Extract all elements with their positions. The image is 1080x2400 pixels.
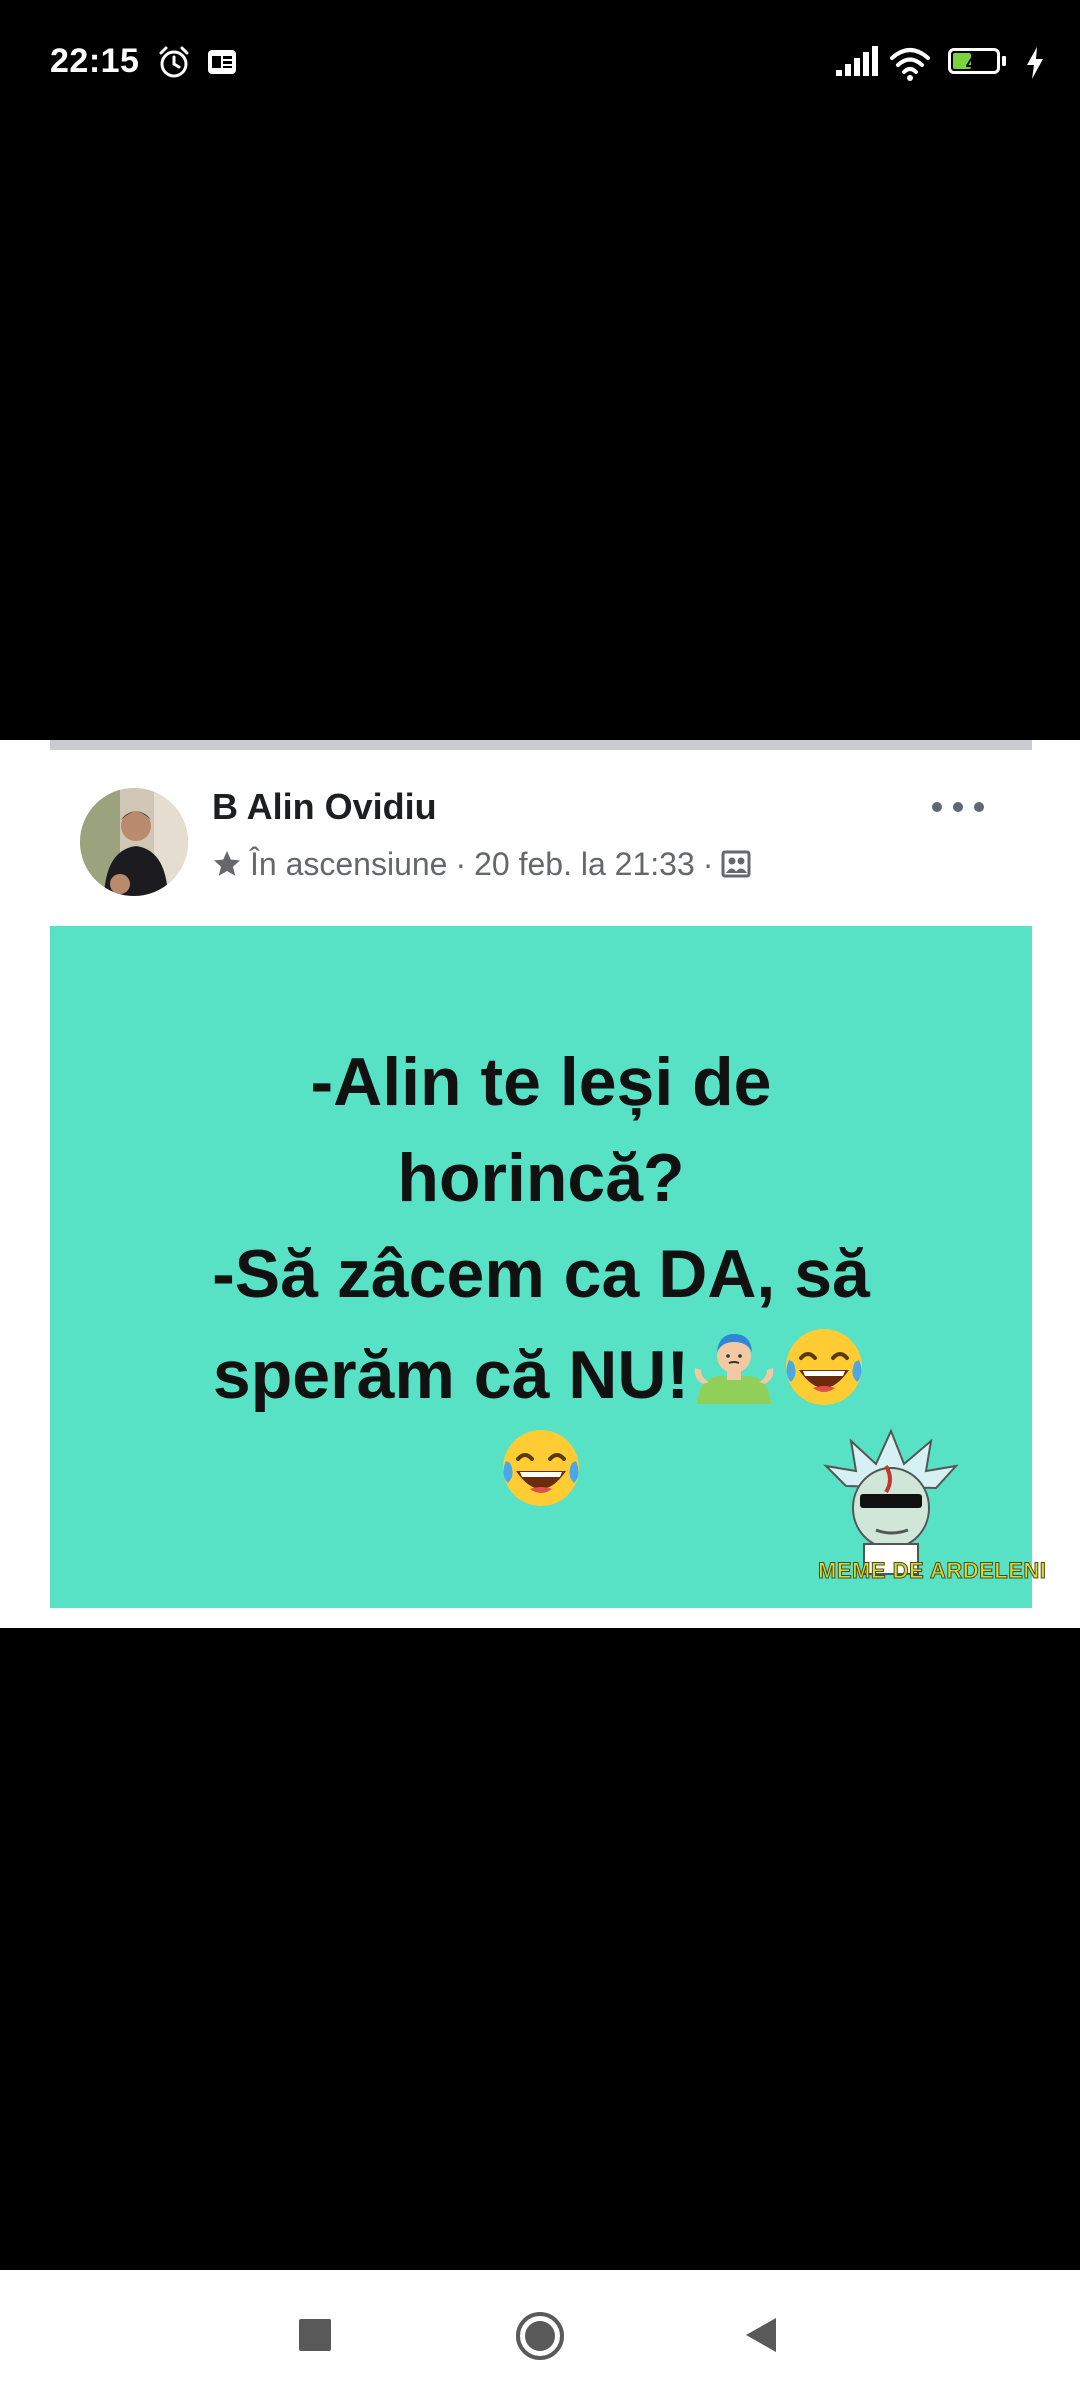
laughing-emoji-icon: [786, 1329, 863, 1405]
more-options-icon[interactable]: [932, 792, 984, 822]
meme-line-3: -Să zâcem ca DA, să: [212, 1236, 870, 1312]
status-bar: 22:15 43: [0, 0, 1080, 130]
signal-icon: [836, 46, 878, 76]
back-icon[interactable]: [744, 2316, 778, 2354]
star-icon: [214, 851, 240, 876]
wifi-icon: [890, 48, 930, 81]
meme-line-1: -Alin te leși de: [310, 1044, 772, 1120]
laughing-emoji-icon: [503, 1430, 579, 1506]
navigation-bar: [0, 2270, 1080, 2400]
card-divider: [50, 740, 1032, 750]
charging-icon: [1027, 47, 1043, 79]
audience-icon: [721, 850, 751, 878]
post-card: B Alin Ovidiu În ascensiune · 20 feb. la…: [0, 740, 1080, 1628]
rising-badge: În ascensiune: [250, 845, 448, 882]
post-image[interactable]: -Alin te leși de horincă? -Să zâcem ca D…: [50, 926, 1046, 1608]
recents-icon[interactable]: [299, 2319, 331, 2351]
shrug-emoji-icon: [694, 1334, 774, 1404]
author-name[interactable]: B Alin Ovidiu: [212, 786, 437, 828]
alarm-icon: [159, 46, 189, 78]
avatar-photo: [80, 788, 188, 896]
meta-separator: ·: [455, 845, 467, 882]
meme-line-4-text: sperăm că NU!: [212, 1337, 690, 1413]
battery-level: 43: [965, 53, 989, 74]
post-meta: În ascensiune · 20 feb. la 21:33 ·: [212, 844, 751, 884]
gallery-notification-icon: [208, 50, 236, 74]
meta-separator: ·: [702, 845, 714, 882]
battery-icon: 43: [948, 48, 1010, 78]
post-timestamp[interactable]: 20 feb. la 21:33: [474, 846, 695, 883]
home-icon[interactable]: [514, 2310, 566, 2362]
watermark-text: MEME DE ARDELENI: [818, 1558, 1047, 1584]
avatar[interactable]: [80, 788, 188, 896]
status-time: 22:15: [50, 42, 140, 80]
meme-line-4: sperăm că NU!: [50, 1322, 1032, 1423]
meme-line-2: horincă?: [397, 1140, 685, 1216]
